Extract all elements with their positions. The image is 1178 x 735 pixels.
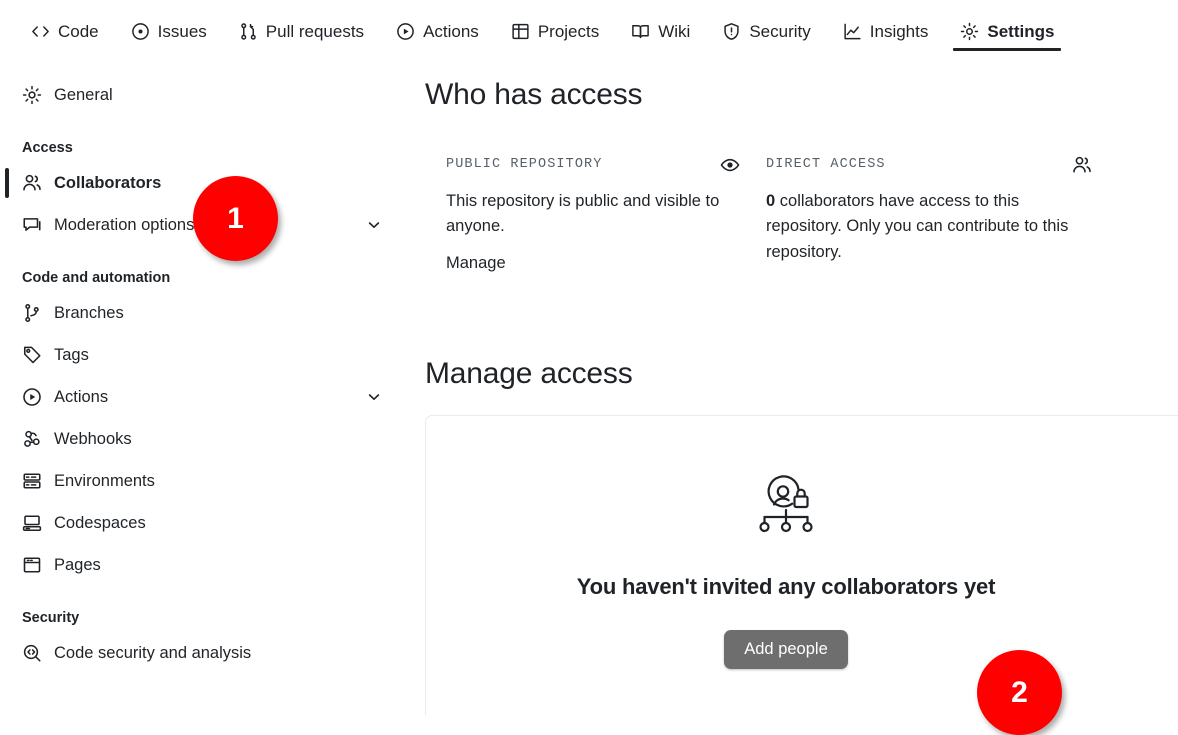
book-icon: [631, 22, 650, 41]
access-card-title: DIRECT ACCESS: [766, 157, 886, 172]
page-title-who-has-access: Who has access: [425, 78, 643, 111]
eye-icon: [720, 155, 740, 175]
sidebar-item-codespaces[interactable]: Codespaces: [0, 506, 400, 540]
access-card-body-text: collaborators have access to this reposi…: [766, 191, 1069, 261]
empty-state: You haven't invited any collaborators ye…: [426, 472, 1146, 670]
repo-nav-tab-label: Code: [58, 21, 99, 41]
people-icon: [1072, 155, 1092, 175]
sidebar-group-title-access: Access: [22, 140, 73, 156]
repo-nav-tab-label: Projects: [537, 21, 600, 41]
sidebar-item-branches[interactable]: Branches: [0, 296, 400, 330]
page-title-manage-access: Manage access: [425, 356, 633, 390]
sidebar-item-tags[interactable]: Tags: [0, 338, 400, 372]
step-badge-2: 2: [977, 650, 1062, 735]
sidebar-item-code-security-and-analysis[interactable]: Code security and analysis: [0, 636, 400, 670]
empty-state-title: You haven't invited any collaborators ye…: [576, 574, 996, 600]
sidebar-item-label: General: [54, 85, 113, 104]
server-icon: [22, 471, 42, 491]
repo-nav-tab-code[interactable]: Code: [22, 9, 108, 51]
repo-nav-tab-label: Issues: [157, 21, 207, 41]
codespaces-icon: [22, 513, 42, 533]
access-hierarchy-lock-icon: [750, 472, 822, 538]
repo-nav-tab-label: Insights: [869, 21, 929, 41]
collaborator-count: 0: [766, 191, 776, 210]
repo-nav-tab-label: Security: [749, 21, 811, 41]
repo-nav-tab-label: Pull requests: [265, 21, 365, 41]
repo-nav-tab-label: Settings: [987, 21, 1055, 41]
main-content: Who has access PUBLIC REPOSITORY This re…: [400, 78, 1178, 735]
chevron-down-icon[interactable]: [366, 217, 382, 233]
repo-nav-tab-security[interactable]: Security: [713, 9, 819, 51]
webhook-icon: [22, 429, 42, 449]
table-icon: [511, 22, 530, 41]
access-card-body: This repository is public and visible to…: [446, 191, 720, 236]
sidebar-group-title-security: Security: [22, 610, 80, 626]
repo-nav-tab-label: Actions: [423, 21, 479, 41]
sidebar-item-label: Tags: [54, 345, 89, 364]
access-card-header: PUBLIC REPOSITORY: [446, 155, 744, 175]
repo-nav-tab-label: Wiki: [658, 21, 691, 41]
access-card-body: 0 collaborators have access to this repo…: [766, 189, 1096, 266]
sidebar-item-label: Environments: [54, 471, 155, 490]
sidebar-item-label: Code security and analysis: [54, 643, 252, 662]
manage-visibility-link[interactable]: Manage: [446, 254, 506, 273]
sidebar-item-pages[interactable]: Pages: [0, 548, 400, 582]
git-branch-icon: [22, 303, 42, 323]
sidebar-item-environments[interactable]: Environments: [0, 464, 400, 498]
repo-nav-tab-actions[interactable]: Actions: [387, 9, 488, 51]
sidebar-item-actions[interactable]: Actions: [0, 380, 400, 414]
repository-nav: Code Issues Pull requests Actions Projects Wi…: [0, 0, 1178, 56]
sidebar-item-label: Codespaces: [54, 513, 146, 532]
repo-nav-tab-pull-requests[interactable]: Pull requests: [230, 9, 373, 51]
comment-icon: [22, 215, 42, 235]
play-icon: [22, 387, 42, 407]
git-pull-request-icon: [239, 22, 258, 41]
step-badge-1: 1: [193, 176, 278, 261]
graph-icon: [843, 22, 862, 41]
sidebar-group-title-code-and-automation: Code and automation: [22, 270, 171, 286]
sidebar-item-general[interactable]: General: [0, 78, 400, 112]
access-card-direct-access: DIRECT ACCESS 0 collaborators have acces…: [766, 155, 1096, 273]
collaborators-panel: You haven't invited any collaborators ye…: [425, 415, 1178, 716]
repo-nav-tab-wiki[interactable]: Wiki: [622, 9, 699, 51]
codescan-icon: [22, 643, 42, 663]
sidebar-item-label: Actions: [54, 387, 109, 406]
play-icon: [396, 22, 415, 41]
sidebar-item-label: Pages: [54, 555, 101, 574]
tag-icon: [22, 345, 42, 365]
shield-icon: [722, 22, 741, 41]
browser-icon: [22, 555, 42, 575]
repo-nav-tab-issues[interactable]: Issues: [122, 9, 216, 51]
chevron-down-icon[interactable]: [366, 389, 382, 405]
repo-nav-tab-projects[interactable]: Projects: [502, 9, 608, 51]
sidebar-item-label: Branches: [54, 303, 124, 322]
sidebar-item-label: Webhooks: [54, 429, 132, 448]
issue-opened-icon: [131, 22, 150, 41]
access-card-title: PUBLIC REPOSITORY: [446, 157, 603, 172]
gear-icon: [22, 85, 42, 105]
access-card-header: DIRECT ACCESS: [766, 155, 1096, 175]
repo-nav-tab-insights[interactable]: Insights: [834, 9, 938, 51]
sidebar-item-webhooks[interactable]: Webhooks: [0, 422, 400, 456]
access-summary: PUBLIC REPOSITORY This repository is pub…: [425, 155, 1178, 273]
gear-icon: [960, 22, 979, 41]
add-people-button[interactable]: Add people: [724, 630, 848, 670]
repo-nav-tab-settings[interactable]: Settings: [951, 9, 1063, 51]
people-icon: [22, 173, 42, 193]
access-card-public-repository: PUBLIC REPOSITORY This repository is pub…: [446, 155, 766, 273]
settings-sidebar: General Access Collaborators Moderation opt…: [0, 78, 400, 735]
code-icon: [31, 22, 50, 41]
